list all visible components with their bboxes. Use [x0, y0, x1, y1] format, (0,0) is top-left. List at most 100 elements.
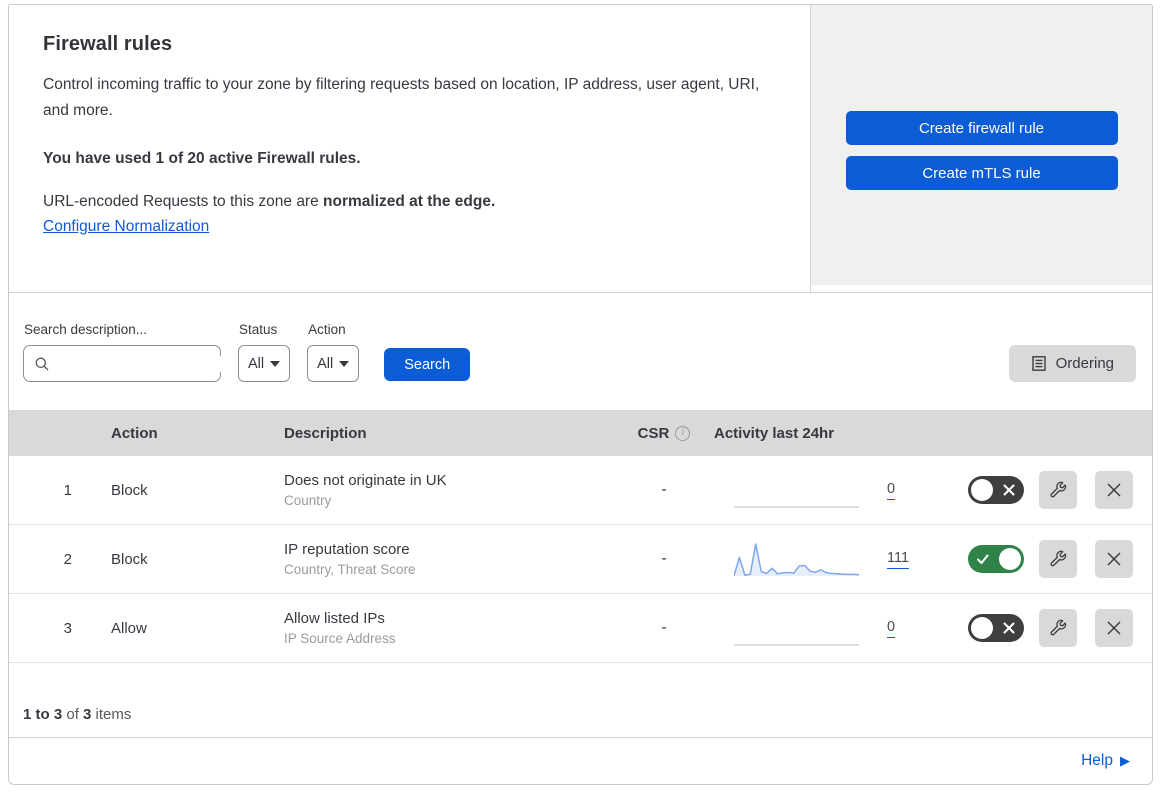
activity-count-link[interactable]: 0 [887, 619, 896, 638]
intro-panel: Firewall rules Control incoming traffic … [9, 5, 811, 293]
ordering-button[interactable]: Ordering [1008, 345, 1136, 383]
chevron-down-icon [270, 360, 281, 367]
usage-notice: You have used 1 of 20 active Firewall ru… [43, 150, 361, 167]
edit-rule-button[interactable] [1039, 471, 1077, 510]
column-header-activity: Activity last 24hr [714, 424, 835, 442]
activity-count-link[interactable]: 111 [887, 550, 910, 569]
rule-csr-value: - [661, 481, 667, 499]
toggle-knob [999, 548, 1021, 571]
rule-activity-cell: 0 [714, 470, 912, 510]
of-text: of [62, 706, 84, 724]
delete-rule-button[interactable] [1095, 609, 1133, 648]
create-firewall-rule-button[interactable]: Create firewall rule [845, 111, 1118, 145]
rule-priority: 3 [63, 619, 72, 637]
page-title: Firewall rules [43, 33, 173, 55]
help-bar: Help ▶ [9, 737, 1152, 784]
configure-normalization-link[interactable]: Configure Normalization [43, 218, 209, 236]
wrench-icon [1048, 549, 1068, 569]
action-dropdown-value: All [317, 355, 334, 372]
close-icon [1105, 481, 1123, 499]
rule-csr-value: - [661, 550, 667, 568]
rule-csr-value: - [661, 619, 667, 637]
actions-panel: Create firewall rule Create mTLS rule [811, 5, 1152, 286]
edit-rule-button[interactable] [1039, 609, 1077, 648]
rule-description: Does not originate in UK [284, 472, 447, 490]
rule-fields: Country [284, 493, 332, 509]
rule-fields: IP Source Address [284, 631, 396, 647]
action-label: Action [308, 322, 346, 338]
arrow-right-icon: ▶ [1120, 753, 1130, 769]
rules-table-body: 1 Block Does not originate in UK Country - 0 2… [9, 456, 1152, 664]
status-label: Status [239, 322, 278, 338]
status-filter-group: Status All [238, 322, 291, 383]
help-link[interactable]: Help ▶ [1081, 752, 1130, 770]
create-mtls-rule-button[interactable]: Create mTLS rule [845, 156, 1118, 190]
column-header-description: Description [284, 424, 367, 442]
toggle-knob [971, 617, 993, 640]
delete-rule-button[interactable] [1095, 471, 1133, 510]
help-link-label: Help [1081, 752, 1113, 770]
column-header-action: Action [111, 424, 158, 442]
normalization-text: URL-encoded Requests to this zone are [43, 193, 324, 210]
ordering-button-label: Ordering [1055, 355, 1114, 373]
items-text: items [91, 706, 132, 724]
rule-action: Block [111, 550, 148, 568]
rule-activity-cell: 111 [714, 539, 912, 579]
chevron-down-icon [339, 360, 350, 367]
normalization-bold: normalized at the edge. [323, 193, 496, 210]
rule-controls [912, 471, 1152, 510]
info-icon[interactable]: i [675, 425, 691, 441]
activity-sparkline [733, 539, 860, 579]
delete-rule-button[interactable] [1095, 540, 1133, 579]
header-section: Firewall rules Control incoming traffic … [9, 5, 1152, 294]
rule-fields: Country, Threat Score [284, 562, 416, 578]
wrench-icon [1048, 618, 1068, 638]
rule-description-cell: Allow listed IPs IP Source Address [284, 610, 614, 646]
activity-sparkline [734, 470, 859, 510]
activity-sparkline [734, 608, 859, 648]
rule-activity-cell: 0 [714, 608, 912, 648]
normalization-notice: URL-encoded Requests to this zone are no… [43, 193, 770, 211]
table-header: Action Description CSR i Activity last 2… [9, 410, 1152, 457]
rule-enabled-toggle[interactable] [968, 476, 1024, 505]
search-group: Search description... [23, 322, 239, 383]
rule-controls [912, 540, 1152, 579]
column-header-csr: CSR i [614, 425, 714, 442]
search-button[interactable]: Search [384, 348, 471, 382]
ordering-list-icon [1031, 355, 1047, 372]
firewall-rules-card: Firewall rules Control incoming traffic … [8, 4, 1153, 785]
activity-count-link[interactable]: 0 [887, 481, 896, 500]
rule-enabled-toggle[interactable] [968, 545, 1024, 574]
status-dropdown-value: All [248, 355, 265, 372]
table-row: 2 Block IP reputation score Country, Threat… [9, 525, 1152, 595]
rule-priority: 2 [63, 550, 72, 568]
rule-action: Block [111, 481, 148, 499]
search-icon [34, 356, 50, 372]
rule-description: Allow listed IPs [284, 610, 385, 628]
csr-header-label: CSR [637, 424, 670, 442]
rule-enabled-toggle[interactable] [968, 614, 1024, 643]
filter-bar: Search description... Status All Action … [9, 293, 1152, 410]
close-icon [1105, 619, 1123, 637]
wrench-icon [1048, 480, 1068, 500]
rule-controls [912, 609, 1152, 648]
search-input[interactable] [58, 355, 239, 372]
action-dropdown[interactable]: All [307, 345, 360, 383]
items-range: 1 to 3 [23, 706, 63, 724]
rule-action: Allow [111, 619, 147, 637]
search-label: Search description... [24, 322, 148, 338]
search-input-box[interactable] [23, 345, 239, 383]
close-icon [1105, 550, 1123, 568]
rule-description-cell: Does not originate in UK Country [284, 472, 614, 508]
table-row: 3 Allow Allow listed IPs IP Source Address -… [9, 594, 1152, 664]
edit-rule-button[interactable] [1039, 540, 1077, 579]
table-footer: 1 to 3 of 3 items [9, 663, 1152, 737]
toggle-knob [971, 479, 993, 502]
status-dropdown[interactable]: All [238, 345, 291, 383]
action-filter-group: Action All [307, 322, 360, 383]
page-description: Control incoming traffic to your zone by… [43, 76, 760, 119]
rule-description: IP reputation score [284, 541, 410, 559]
table-row: 1 Block Does not originate in UK Country - 0 [9, 456, 1152, 526]
rule-priority: 1 [63, 481, 72, 499]
rule-description-cell: IP reputation score Country, Threat Score [284, 541, 614, 577]
